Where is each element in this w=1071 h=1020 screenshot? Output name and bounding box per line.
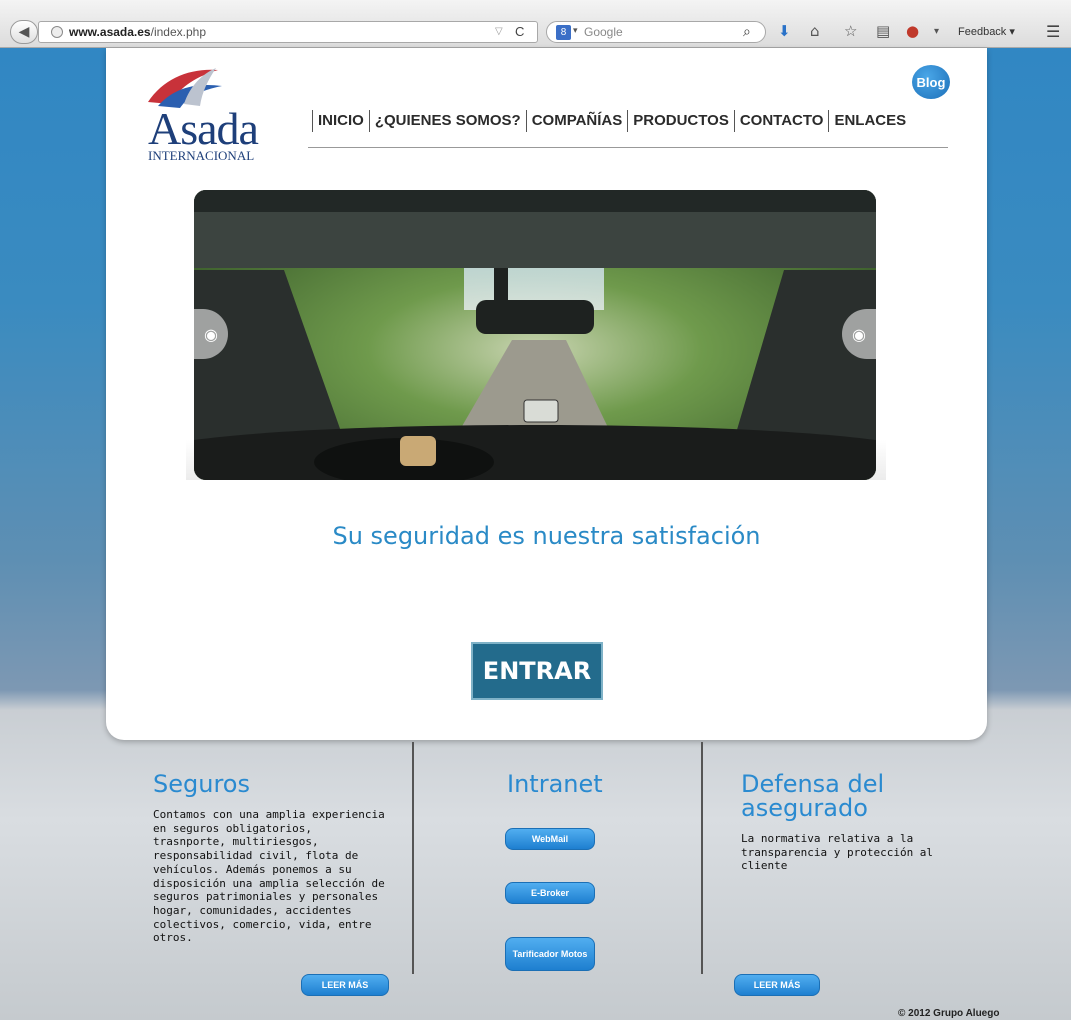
nav-companias[interactable]: COMPAÑÍAS	[525, 110, 628, 132]
chevron-right-icon: ◉	[852, 324, 866, 344]
back-arrow-icon: ◀	[18, 24, 30, 40]
bookmark-star-icon[interactable]: ☆	[844, 22, 857, 40]
defensa-leer-mas-button[interactable]: LEER MÁS	[734, 974, 820, 996]
car-interior-illustration	[194, 190, 876, 480]
url-bar[interactable]: www.asada.es/index.php ▽ C	[38, 21, 538, 43]
site-logo[interactable]: Asada INTERNACIONAL	[140, 64, 280, 164]
search-icon[interactable]: ⌕	[743, 23, 751, 40]
browser-toolbar: ◀ www.asada.es/index.php ▽ C 8 ▾ Google …	[0, 0, 1071, 48]
addon-icon[interactable]: ●	[906, 22, 919, 40]
nav-productos[interactable]: PRODUCTOS	[627, 110, 734, 132]
seguros-leer-mas-button[interactable]: LEER MÁS	[301, 974, 389, 996]
nav-inicio[interactable]: INICIO	[312, 110, 369, 132]
tarificador-motos-button[interactable]: Tarificador Motos	[505, 937, 595, 971]
nav-enlaces[interactable]: ENLACES	[828, 110, 911, 132]
defensa-text: La normativa relativa a la transparencia…	[741, 832, 934, 873]
intranet-title: Intranet	[507, 770, 603, 798]
feedback-button[interactable]: Feedback ▾	[958, 25, 1015, 38]
main-nav: INICIO ¿QUIENES SOMOS? COMPAÑÍAS PRODUCT…	[312, 110, 911, 132]
defensa-title: Defensa del asegurado	[741, 770, 885, 822]
nav-quienes-somos[interactable]: ¿QUIENES SOMOS?	[368, 110, 526, 132]
ebroker-button[interactable]: E-Broker	[505, 882, 595, 904]
download-icon[interactable]: ⬇	[778, 22, 791, 40]
url-text: www.asada.es/index.php	[69, 25, 206, 39]
globe-icon	[51, 26, 63, 38]
seguros-title: Seguros	[153, 770, 250, 798]
entrar-button[interactable]: ENTRAR	[471, 642, 603, 700]
page-card: Asada INTERNACIONAL Blog INICIO ¿QUIENES…	[106, 48, 987, 740]
nav-contacto[interactable]: CONTACTO	[733, 110, 829, 132]
column-divider	[412, 742, 414, 974]
menu-icon[interactable]: ☰	[1046, 22, 1060, 41]
reload-icon[interactable]: C	[515, 24, 524, 39]
search-engine-icon[interactable]: 8	[556, 25, 571, 40]
search-engine-dropdown-icon[interactable]: ▾	[573, 25, 578, 36]
chevron-left-icon: ◉	[204, 324, 218, 344]
seguros-text: Contamos con una amplia experiencia en s…	[153, 808, 385, 945]
webmail-button[interactable]: WebMail	[505, 828, 595, 850]
home-icon[interactable]: ⌂	[810, 22, 820, 40]
search-input[interactable]: Google	[584, 25, 623, 39]
blog-button[interactable]: Blog	[912, 65, 950, 99]
column-divider	[701, 742, 703, 974]
copyright: © 2012 Grupo Aluego	[898, 1008, 1000, 1019]
hero-slider-image	[194, 190, 876, 480]
addon-dropdown-icon[interactable]: ▾	[934, 26, 939, 37]
back-button[interactable]: ◀	[10, 20, 38, 44]
tagline: Su seguridad es nuestra satisfación	[332, 522, 761, 550]
logo-subtitle: INTERNACIONAL	[148, 148, 255, 163]
url-dropdown-icon[interactable]: ▽	[495, 26, 503, 37]
nav-divider	[308, 147, 948, 148]
search-bar[interactable]: 8 ▾ Google ⌕	[546, 21, 766, 43]
reading-list-icon[interactable]: ▤	[876, 22, 890, 40]
